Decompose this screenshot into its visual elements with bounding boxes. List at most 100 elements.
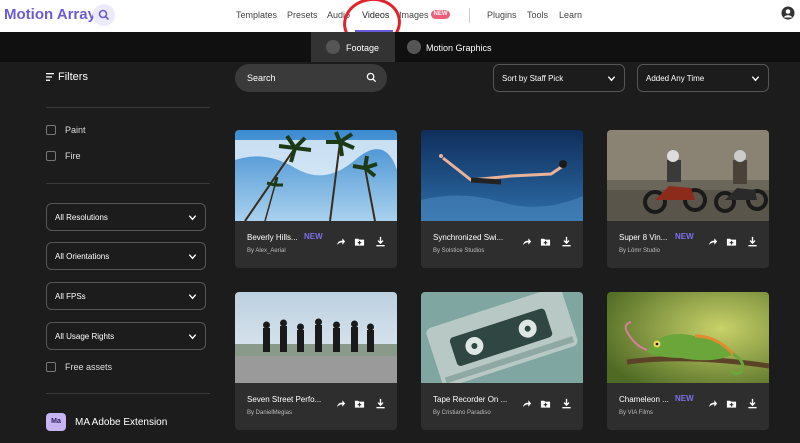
share-icon[interactable] bbox=[335, 398, 346, 409]
add-to-folder-icon[interactable] bbox=[726, 398, 737, 409]
card-actions bbox=[707, 236, 763, 248]
card-title[interactable]: Tape Recorder On ... bbox=[433, 395, 507, 404]
new-badge: NEW bbox=[675, 394, 694, 403]
add-to-folder-icon[interactable] bbox=[354, 398, 365, 409]
select-label: All Usage Rights bbox=[55, 332, 115, 341]
download-icon[interactable] bbox=[561, 398, 572, 409]
checkbox-paint[interactable] bbox=[46, 125, 56, 135]
download-icon[interactable] bbox=[747, 236, 758, 247]
video-card[interactable]: Tape Recorder On ... By Cristiano Paradi… bbox=[421, 292, 583, 430]
share-icon[interactable] bbox=[707, 398, 718, 409]
card-title[interactable]: Chameleon ... bbox=[619, 395, 669, 404]
search-input[interactable]: Search bbox=[235, 64, 387, 92]
nav-presets[interactable]: Presets bbox=[287, 10, 318, 20]
chevron-down-icon bbox=[188, 215, 197, 221]
share-icon[interactable] bbox=[521, 398, 532, 409]
tab-motion-graphics[interactable]: Motion Graphics bbox=[426, 43, 492, 53]
video-thumbnail[interactable] bbox=[421, 130, 583, 221]
video-thumbnail[interactable] bbox=[235, 292, 397, 383]
video-thumbnail[interactable] bbox=[607, 292, 769, 383]
card-author[interactable]: By DanielMegias bbox=[247, 410, 292, 416]
share-icon[interactable] bbox=[335, 236, 346, 247]
orientation-select[interactable]: All Orientations bbox=[46, 242, 206, 270]
card-actions bbox=[335, 236, 391, 248]
checkbox-label: Paint bbox=[65, 125, 86, 135]
nav-templates[interactable]: Templates bbox=[236, 10, 277, 20]
filters-title: Filters bbox=[58, 71, 88, 83]
card-author[interactable]: By Solstice Studios bbox=[433, 248, 484, 254]
video-thumbnail[interactable] bbox=[421, 292, 583, 383]
checkbox-free-assets[interactable] bbox=[46, 362, 56, 372]
video-card[interactable]: Seven Street Perfo... By DanielMegias bbox=[235, 292, 397, 430]
nav-learn[interactable]: Learn bbox=[559, 10, 582, 20]
card-author[interactable]: By Alex_Aerial bbox=[247, 248, 286, 254]
card-actions bbox=[335, 398, 391, 410]
divider bbox=[46, 183, 210, 184]
resolution-select[interactable]: All Resolutions bbox=[46, 203, 206, 231]
checkbox-label: Free assets bbox=[65, 362, 113, 372]
motion-graphics-icon bbox=[407, 40, 421, 54]
nav-divider bbox=[469, 8, 470, 23]
search-icon-button[interactable] bbox=[93, 4, 115, 26]
chevron-down-icon bbox=[188, 294, 197, 300]
sort-select[interactable]: Sort by Staff Pick bbox=[493, 64, 625, 92]
select-label: All FPSs bbox=[55, 292, 86, 301]
search-icon bbox=[366, 72, 377, 83]
camera-icon bbox=[326, 40, 340, 54]
card-title[interactable]: Super 8 Vin... bbox=[619, 233, 667, 242]
add-to-folder-icon[interactable] bbox=[354, 236, 365, 247]
checkbox-fire[interactable] bbox=[46, 151, 56, 161]
download-icon[interactable] bbox=[561, 236, 572, 247]
add-to-folder-icon[interactable] bbox=[540, 398, 551, 409]
video-card[interactable]: Beverly Hills... NEW By Alex_Aerial bbox=[235, 130, 397, 268]
adobe-extension-icon: Ma bbox=[46, 413, 66, 431]
search-icon bbox=[98, 9, 110, 21]
date-added-label: Added Any Time bbox=[646, 74, 705, 83]
account-icon[interactable] bbox=[781, 6, 795, 20]
add-to-folder-icon[interactable] bbox=[726, 236, 737, 247]
date-added-select[interactable]: Added Any Time bbox=[637, 64, 769, 92]
nav-tools[interactable]: Tools bbox=[527, 10, 548, 20]
divider bbox=[46, 107, 210, 108]
checkbox-label: Fire bbox=[65, 151, 81, 161]
share-icon[interactable] bbox=[521, 236, 532, 247]
select-label: All Resolutions bbox=[55, 213, 108, 222]
chevron-down-icon bbox=[607, 76, 616, 82]
video-card[interactable]: Chameleon ... NEW By VIA Films bbox=[607, 292, 769, 430]
video-thumbnail[interactable] bbox=[607, 130, 769, 221]
card-author[interactable]: By VIA Films bbox=[619, 410, 653, 416]
new-badge: NEW bbox=[431, 10, 450, 19]
video-thumbnail[interactable] bbox=[235, 130, 397, 221]
download-icon[interactable] bbox=[375, 398, 386, 409]
tab-footage-label[interactable]: Footage bbox=[346, 43, 379, 53]
chevron-down-icon bbox=[751, 76, 760, 82]
fps-select[interactable]: All FPSs bbox=[46, 282, 206, 310]
share-icon[interactable] bbox=[707, 236, 718, 247]
new-badge: NEW bbox=[675, 232, 694, 241]
select-label: All Orientations bbox=[55, 252, 110, 261]
card-actions bbox=[707, 398, 763, 410]
add-to-folder-icon[interactable] bbox=[540, 236, 551, 247]
card-title[interactable]: Synchronized Swi... bbox=[433, 233, 503, 242]
sort-label: Sort by Staff Pick bbox=[502, 74, 564, 83]
card-title[interactable]: Seven Street Perfo... bbox=[247, 395, 321, 404]
adobe-extension-label[interactable]: MA Adobe Extension bbox=[75, 417, 167, 428]
chevron-down-icon bbox=[188, 254, 197, 260]
logo[interactable]: Motion Array bbox=[4, 6, 96, 23]
nav-plugins[interactable]: Plugins bbox=[487, 10, 517, 20]
video-card[interactable]: Synchronized Swi... By Solstice Studios bbox=[421, 130, 583, 268]
search-placeholder: Search bbox=[247, 73, 276, 83]
filter-icon bbox=[46, 73, 54, 81]
card-author[interactable]: By Lömr Studio bbox=[619, 248, 660, 254]
usage-rights-select[interactable]: All Usage Rights bbox=[46, 322, 206, 350]
download-icon[interactable] bbox=[375, 236, 386, 247]
card-title[interactable]: Beverly Hills... bbox=[247, 233, 298, 242]
new-badge: NEW bbox=[304, 232, 323, 241]
video-card[interactable]: Super 8 Vin... NEW By Lömr Studio bbox=[607, 130, 769, 268]
sub-navigation-bar bbox=[0, 32, 800, 62]
card-author[interactable]: By Cristiano Paradiso bbox=[433, 410, 491, 416]
card-actions bbox=[521, 398, 577, 410]
divider bbox=[46, 393, 210, 394]
download-icon[interactable] bbox=[747, 398, 758, 409]
nav-images[interactable]: Images bbox=[399, 10, 429, 20]
